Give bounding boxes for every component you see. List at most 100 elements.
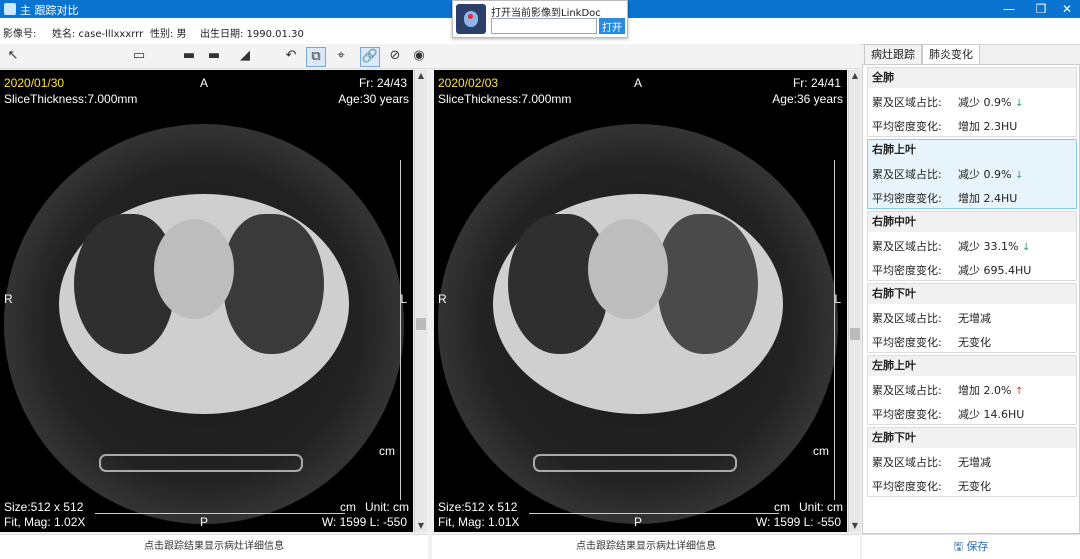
lobe-title: 右肺上叶 <box>868 140 1076 160</box>
linkdoc-popup: 打开当前影像到LinkDoc 打开 <box>452 0 628 38</box>
scroll-thumb[interactable] <box>850 328 860 340</box>
angle-tool-icon[interactable]: ▬ <box>205 47 223 65</box>
link-icon[interactable]: 🔗 <box>360 47 380 67</box>
area-value: 无增减 <box>958 312 991 325</box>
area-value: 减少 0.9% <box>958 168 1012 181</box>
window-level: W: 1599 L: -550 <box>321 515 407 529</box>
area-row: 累及区域占比: 无增减 <box>872 454 991 470</box>
lobe-title: 右肺中叶 <box>868 212 1076 232</box>
tab-lesion-tracking[interactable]: 病灶跟踪 <box>864 44 922 66</box>
slice-thickness: SliceThickness:7.000mm <box>4 92 138 106</box>
sync-icon[interactable]: ⧉ <box>306 47 326 67</box>
scroll-up-icon[interactable]: ▲ <box>416 71 426 81</box>
patient-dob: 出生日期: 1990.01.30 <box>200 29 304 40</box>
lung-logo-icon <box>456 4 486 34</box>
density-row: 平均密度变化: 增加 2.4HU <box>872 190 1017 206</box>
scroll-down-icon[interactable]: ▼ <box>416 521 426 531</box>
linkdoc-popup-text: 打开当前影像到LinkDoc <box>491 8 601 19</box>
save-icon: 🖫 <box>953 540 963 553</box>
lobe-group[interactable]: 全肺 累及区域占比: 减少 0.9% ↓ 平均密度变化: 增加 2.3HU <box>867 67 1077 137</box>
viewer-left-scrollbar[interactable]: ▲ ▼ <box>414 70 427 532</box>
window-title: 主 跟踪对比 <box>20 4 79 17</box>
pointer-tool-icon[interactable]: ↖ <box>4 47 22 65</box>
area-row: 累及区域占比: 减少 0.9% ↓ <box>872 94 1023 110</box>
arrow-down-icon: ↓ <box>1021 242 1031 253</box>
area-row: 累及区域占比: 减少 0.9% ↓ <box>872 166 1023 182</box>
area-row: 累及区域占比: 减少 33.1% ↓ <box>872 238 1030 254</box>
arrow-up-icon: ↑ <box>1014 386 1024 397</box>
undo-icon[interactable]: ↶ <box>282 47 300 65</box>
lobe-group[interactable]: 右肺中叶 累及区域占比: 减少 33.1% ↓ 平均密度变化: 减少 695.4HU <box>867 211 1077 281</box>
frame-counter: Fr: 24/41 <box>792 76 841 90</box>
measure-tool-icon[interactable]: ▬ <box>180 47 198 65</box>
density-value: 减少 14.6HU <box>958 408 1025 421</box>
save-label: 保存 <box>966 540 989 553</box>
area-label: 累及区域占比: <box>872 96 942 109</box>
unit-label: Unit: cm <box>798 500 843 514</box>
orientation-left: R <box>438 292 447 306</box>
ruler-tool-icon[interactable]: ▭ <box>130 47 148 65</box>
patient-age: Age:36 years <box>772 92 843 106</box>
area-label: 累及区域占比: <box>872 312 942 325</box>
roi-tool-icon[interactable]: ◢ <box>236 47 254 65</box>
ct-viewer-right[interactable]: 2020/02/03 A Fr: 24/41 SliceThickness:7.… <box>434 70 847 532</box>
unit-label: Unit: cm <box>364 500 409 514</box>
close-button[interactable]: ✕ <box>1050 0 1080 18</box>
ct-scan-image <box>4 124 404 524</box>
magnification: Fit, Mag: 1.02X <box>4 515 86 529</box>
linkdoc-input[interactable] <box>491 18 597 34</box>
lobe-group[interactable]: 右肺下叶累及区域占比: 无增减 平均密度变化: 无变化 <box>867 283 1077 353</box>
orientation-bottom: P <box>634 515 643 529</box>
lobe-group[interactable]: 左肺上叶 累及区域占比: 增加 2.0% ↑ 平均密度变化: 减少 14.6HU <box>867 355 1077 425</box>
lobe-title: 全肺 <box>868 68 1076 88</box>
status-bar-right: 点击跟踪结果显示病灶详细信息 <box>432 534 860 559</box>
scroll-down-icon[interactable]: ▼ <box>850 521 860 531</box>
ruler-unit-label: cm <box>813 444 829 458</box>
ct-scan-image <box>438 124 838 524</box>
density-label: 平均密度变化: <box>872 336 942 349</box>
ruler-unit-label-bottom: cm <box>340 500 356 514</box>
area-value: 无增减 <box>958 456 991 469</box>
save-button[interactable]: 🖫 保存 <box>862 534 1080 559</box>
area-label: 累及区域占比: <box>872 456 942 469</box>
density-row: 平均密度变化: 减少 14.6HU <box>872 406 1024 422</box>
lobe-group[interactable]: 右肺上叶累及区域占比: 减少 0.9% ↓ 平均密度变化: 增加 2.4HU <box>867 139 1077 209</box>
open-button[interactable]: 打开 <box>599 18 625 34</box>
density-row: 平均密度变化: 无变化 <box>872 478 991 494</box>
orientation-bottom: P <box>200 515 209 529</box>
ct-viewer-left[interactable]: 2020/01/30 A Fr: 24/43 SliceThickness:7.… <box>0 70 413 532</box>
scroll-up-icon[interactable]: ▲ <box>850 71 860 81</box>
lobe-group[interactable]: 左肺下叶累及区域占比: 无增减 平均密度变化: 无变化 <box>867 427 1077 497</box>
scroll-thumb[interactable] <box>416 318 426 330</box>
density-label: 平均密度变化: <box>872 408 942 421</box>
minimize-button[interactable]: — <box>992 0 1026 18</box>
toolbar: ↖ ▭ ▬ ▬ ◢ ↶ ⧉ ⌖ 🔗 ⊘ ◉ <box>0 44 860 69</box>
app-icon <box>4 3 16 15</box>
density-value: 增加 2.3HU <box>958 120 1018 133</box>
image-size: Size:512 x 512 <box>4 500 84 514</box>
status-bar-left: 点击跟踪结果显示病灶详细信息 <box>0 534 428 559</box>
tab-pneumonia-change[interactable]: 肺炎变化 <box>922 44 980 66</box>
density-row: 平均密度变化: 无变化 <box>872 334 991 350</box>
arrow-down-icon: ↓ <box>1014 170 1024 181</box>
pneumonia-change-panel: 全肺 累及区域占比: 减少 0.9% ↓ 平均密度变化: 增加 2.3HU 右肺上叶 累及区… <box>862 64 1080 534</box>
density-label: 平均密度变化: <box>872 480 942 493</box>
patient-gender: 性别: 男 <box>150 29 187 40</box>
area-label: 累及区域占比: <box>872 240 942 253</box>
vertical-ruler <box>834 160 841 500</box>
patient-age: Age:30 years <box>338 92 409 106</box>
orientation-left: R <box>4 292 13 306</box>
show-overlay-icon[interactable]: ◉ <box>410 47 428 65</box>
hide-overlay-icon[interactable]: ⊘ <box>386 47 404 65</box>
area-row: 累及区域占比: 无增减 <box>872 310 991 326</box>
lobe-title: 右肺下叶 <box>868 284 1076 304</box>
horizontal-ruler <box>95 508 345 514</box>
viewer-right-scrollbar[interactable]: ▲ ▼ <box>848 70 861 532</box>
image-number-label: 影像号: <box>3 29 37 40</box>
area-label: 累及区域占比: <box>872 384 942 397</box>
lobe-title: 左肺下叶 <box>868 428 1076 448</box>
window-level: W: 1599 L: -550 <box>755 515 841 529</box>
orientation-top: A <box>634 76 643 90</box>
lobe-title: 左肺上叶 <box>868 356 1076 376</box>
crosshair-icon[interactable]: ⌖ <box>332 47 350 65</box>
